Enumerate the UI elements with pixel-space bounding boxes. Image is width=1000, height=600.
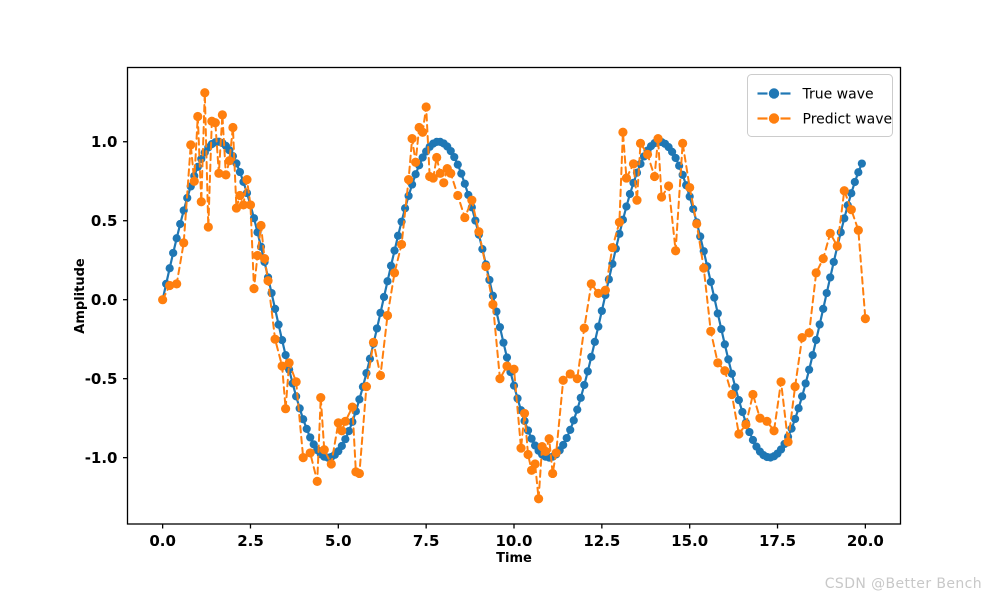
- y-axis-label: Amplitude: [73, 258, 88, 334]
- matplotlib-figure: 0.0 2.5 5.0 7.5 10.0 12.5 15.0 17.5 20.0 -1.0 -0.…: [0, 0, 1000, 600]
- csdn-watermark: CSDN @Better Bench: [824, 576, 982, 592]
- x-axis-label: Time: [496, 551, 532, 566]
- x-tick-label: 7.5: [413, 532, 440, 550]
- chart-legend[interactable]: True wave Predict wave: [747, 74, 893, 137]
- plot-canvas: 0.0 2.5 5.0 7.5 10.0 12.5 15.0 17.5 20.0 -1.0 -0.…: [0, 0, 1000, 600]
- y-tick-label: 0.0: [91, 291, 118, 309]
- x-tick-label: 17.5: [759, 532, 796, 550]
- y-tick-label: 0.5: [91, 212, 118, 230]
- x-tick-label: 15.0: [671, 532, 708, 550]
- x-tick-label: 0.0: [149, 532, 176, 550]
- legend-label: Predict wave: [803, 112, 893, 128]
- y-tick-label: -0.5: [85, 370, 118, 388]
- legend-label: True wave: [802, 87, 874, 103]
- x-tick-label: 2.5: [237, 532, 264, 550]
- y-tick-label: -1.0: [85, 449, 118, 467]
- x-tick-label: 20.0: [847, 532, 884, 550]
- x-tick-label: 12.5: [583, 532, 620, 550]
- x-tick-label: 5.0: [325, 532, 352, 550]
- x-tick-label: 10.0: [495, 532, 532, 550]
- y-tick-label: 1.0: [91, 133, 118, 151]
